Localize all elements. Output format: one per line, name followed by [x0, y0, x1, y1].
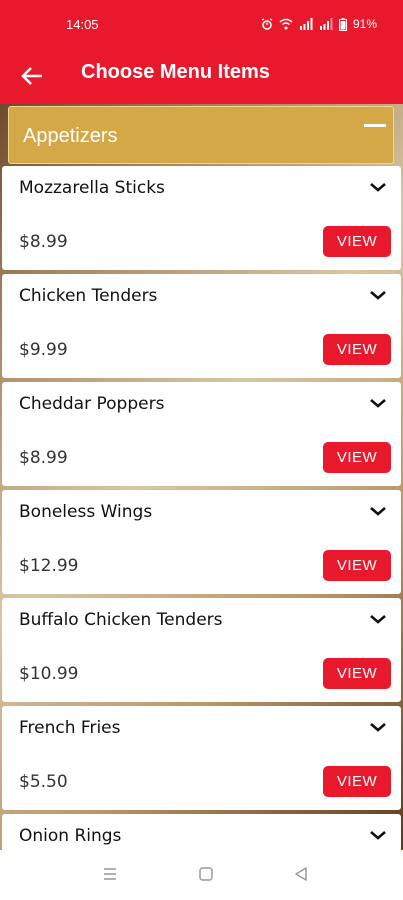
menu-item[interactable]: Onion Rings: [2, 814, 401, 850]
item-name: Cheddar Poppers: [19, 394, 165, 414]
view-button[interactable]: VIEW: [323, 658, 391, 689]
back-arrow-icon[interactable]: [18, 62, 48, 90]
app-bar: Choose Menu Items: [0, 50, 403, 104]
view-button[interactable]: VIEW: [323, 766, 391, 797]
menu-item[interactable]: Chicken Tenders $9.99 VIEW: [2, 274, 401, 378]
status-icons: 91%: [261, 17, 377, 31]
chevron-down-icon[interactable]: [369, 180, 387, 194]
menu-item[interactable]: Boneless Wings $12.99 VIEW: [2, 490, 401, 594]
recent-apps-icon[interactable]: [100, 864, 120, 884]
item-name: Boneless Wings: [19, 502, 153, 522]
view-button[interactable]: VIEW: [323, 334, 391, 365]
item-price: $12.99: [19, 556, 79, 576]
item-price: $10.99: [19, 664, 79, 684]
view-button[interactable]: VIEW: [323, 442, 391, 473]
view-button[interactable]: VIEW: [323, 550, 391, 581]
item-name: Mozzarella Sticks: [19, 178, 165, 198]
system-nav-bar: [0, 850, 403, 900]
status-time: 14:05: [66, 17, 99, 32]
chevron-down-icon[interactable]: [369, 612, 387, 626]
chevron-down-icon[interactable]: [369, 828, 387, 842]
category-label: Appetizers: [23, 125, 118, 147]
menu-list[interactable]: Appetizers Mozzarella Sticks $8.99 VIEW …: [0, 104, 403, 850]
signal-icon-2: [319, 18, 333, 30]
item-name: Onion Rings: [19, 826, 122, 846]
signal-icon: [299, 18, 313, 30]
chevron-down-icon[interactable]: [369, 720, 387, 734]
page-title: Choose Menu Items: [81, 61, 270, 83]
home-icon[interactable]: [196, 864, 216, 884]
item-price: $5.50: [19, 772, 68, 792]
status-bar: 14:05 91%: [0, 0, 403, 50]
chevron-down-icon[interactable]: [369, 504, 387, 518]
item-name: Buffalo Chicken Tenders: [19, 610, 223, 630]
menu-item[interactable]: French Fries $5.50 VIEW: [2, 706, 401, 810]
back-triangle-icon[interactable]: [291, 864, 311, 884]
menu-item[interactable]: Buffalo Chicken Tenders $10.99 VIEW: [2, 598, 401, 702]
menu-item[interactable]: Mozzarella Sticks $8.99 VIEW: [2, 166, 401, 270]
item-name: Chicken Tenders: [19, 286, 158, 306]
battery-level: 91%: [352, 17, 377, 31]
item-price: $9.99: [19, 340, 68, 360]
category-header-appetizers[interactable]: Appetizers: [8, 106, 394, 164]
item-name: French Fries: [19, 718, 121, 738]
chevron-down-icon[interactable]: [369, 288, 387, 302]
menu-item[interactable]: Cheddar Poppers $8.99 VIEW: [2, 382, 401, 486]
chevron-down-icon[interactable]: [369, 396, 387, 410]
collapse-minus-icon[interactable]: [364, 124, 386, 127]
wifi-icon: [279, 18, 293, 30]
view-button[interactable]: VIEW: [323, 226, 391, 257]
alarm-icon: [261, 18, 273, 30]
battery-icon: [338, 17, 347, 31]
item-price: $8.99: [19, 232, 68, 252]
item-price: $8.99: [19, 448, 68, 468]
